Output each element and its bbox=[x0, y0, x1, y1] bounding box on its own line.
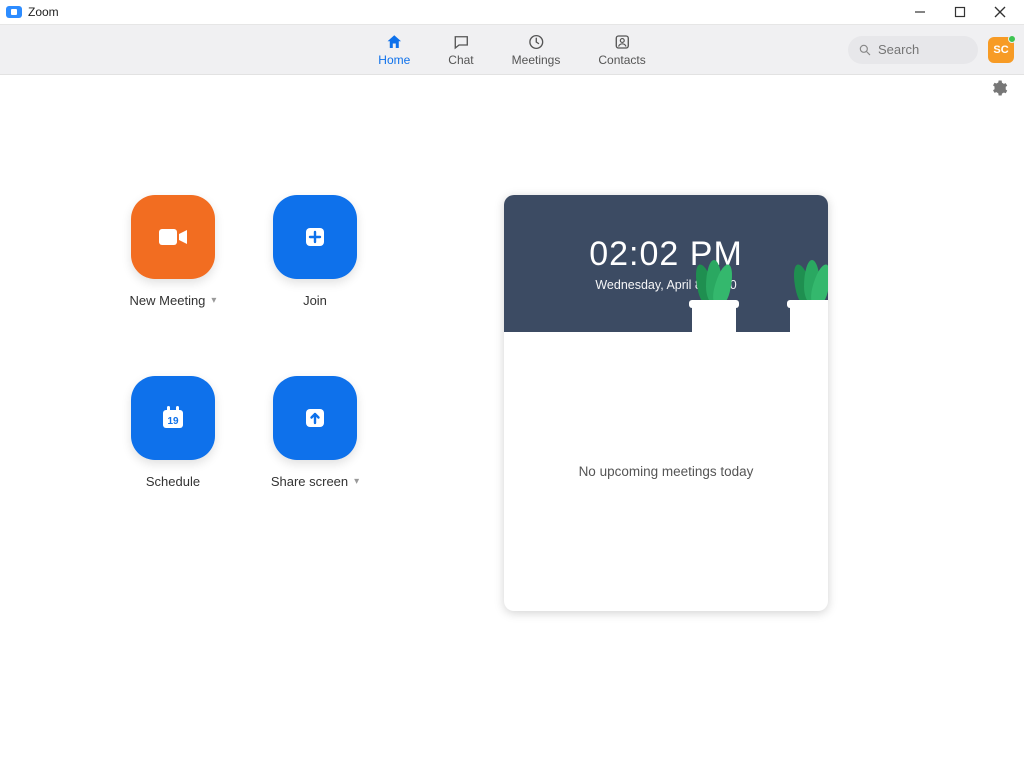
contacts-icon bbox=[612, 33, 632, 51]
new-meeting-button[interactable]: New Meeting ▾ bbox=[103, 195, 243, 308]
join-tile bbox=[273, 195, 357, 279]
minimize-icon bbox=[914, 6, 926, 18]
plus-icon bbox=[297, 219, 333, 255]
share-screen-tile bbox=[273, 376, 357, 460]
upload-icon bbox=[297, 400, 333, 436]
schedule-button[interactable]: 19 Schedule bbox=[103, 376, 243, 489]
avatar-initials: SC bbox=[993, 44, 1008, 56]
calendar-day: 19 bbox=[167, 416, 179, 427]
home-icon bbox=[384, 33, 404, 51]
share-screen-button[interactable]: Share screen ▾ bbox=[245, 376, 385, 489]
window-title: Zoom bbox=[28, 5, 59, 19]
close-button[interactable] bbox=[980, 0, 1020, 25]
new-meeting-tile bbox=[131, 195, 215, 279]
share-screen-label: Share screen bbox=[271, 474, 348, 489]
actions-wrap: New Meeting ▾ Join bbox=[24, 195, 464, 489]
toolbar: Home Chat Meetings Contacts SC bbox=[0, 25, 1024, 75]
schedule-tile: 19 bbox=[131, 376, 215, 460]
tab-home[interactable]: Home bbox=[378, 33, 410, 67]
tab-contacts-label: Contacts bbox=[598, 53, 645, 67]
panel-header: 02:02 PM Wednesday, April 8, 2020 bbox=[504, 195, 828, 332]
tab-chat-label: Chat bbox=[448, 53, 473, 67]
share-screen-label-row: Share screen ▾ bbox=[271, 474, 359, 489]
plant-decoration-icon bbox=[692, 300, 736, 332]
schedule-label: Schedule bbox=[146, 474, 200, 489]
avatar[interactable]: SC bbox=[988, 37, 1014, 63]
chevron-down-icon[interactable]: ▾ bbox=[354, 476, 359, 487]
calendar-icon: 19 bbox=[155, 400, 191, 436]
plant-decoration-icon bbox=[790, 300, 828, 332]
settings-row bbox=[0, 75, 1024, 105]
chat-icon bbox=[451, 33, 471, 51]
search-input[interactable] bbox=[878, 42, 958, 57]
title-bar-left: Zoom bbox=[6, 5, 59, 19]
zoom-app-icon bbox=[6, 6, 22, 18]
tab-meetings-label: Meetings bbox=[512, 53, 561, 67]
gear-icon bbox=[990, 79, 1008, 97]
new-meeting-label: New Meeting bbox=[130, 293, 206, 308]
toolbar-right: SC bbox=[848, 36, 1014, 64]
schedule-label-row: Schedule bbox=[146, 474, 200, 489]
minimize-button[interactable] bbox=[900, 0, 940, 25]
maximize-icon bbox=[954, 6, 966, 18]
clock-icon bbox=[526, 33, 546, 51]
search-icon bbox=[858, 43, 872, 57]
new-meeting-label-row: New Meeting ▾ bbox=[130, 293, 217, 308]
join-label-row: Join bbox=[303, 293, 327, 308]
window-controls bbox=[900, 0, 1020, 25]
main-area: New Meeting ▾ Join bbox=[0, 105, 1024, 611]
maximize-button[interactable] bbox=[940, 0, 980, 25]
search-box[interactable] bbox=[848, 36, 978, 64]
status-dot-icon bbox=[1008, 35, 1016, 43]
no-meetings-message: No upcoming meetings today bbox=[579, 464, 754, 479]
chevron-down-icon[interactable]: ▾ bbox=[211, 295, 216, 306]
tab-home-label: Home bbox=[378, 53, 410, 67]
settings-button[interactable] bbox=[990, 79, 1008, 102]
nav-tabs: Home Chat Meetings Contacts bbox=[378, 33, 645, 67]
video-icon bbox=[155, 219, 191, 255]
panel-body: No upcoming meetings today bbox=[504, 332, 828, 611]
join-button[interactable]: Join bbox=[245, 195, 385, 308]
meetings-panel: 02:02 PM Wednesday, April 8, 2020 No upc… bbox=[504, 195, 828, 611]
tab-chat[interactable]: Chat bbox=[448, 33, 473, 67]
tab-contacts[interactable]: Contacts bbox=[598, 33, 645, 67]
tab-meetings[interactable]: Meetings bbox=[512, 33, 561, 67]
action-grid: New Meeting ▾ Join bbox=[103, 195, 385, 489]
join-label: Join bbox=[303, 293, 327, 308]
close-icon bbox=[994, 6, 1006, 18]
title-bar: Zoom bbox=[0, 0, 1024, 25]
